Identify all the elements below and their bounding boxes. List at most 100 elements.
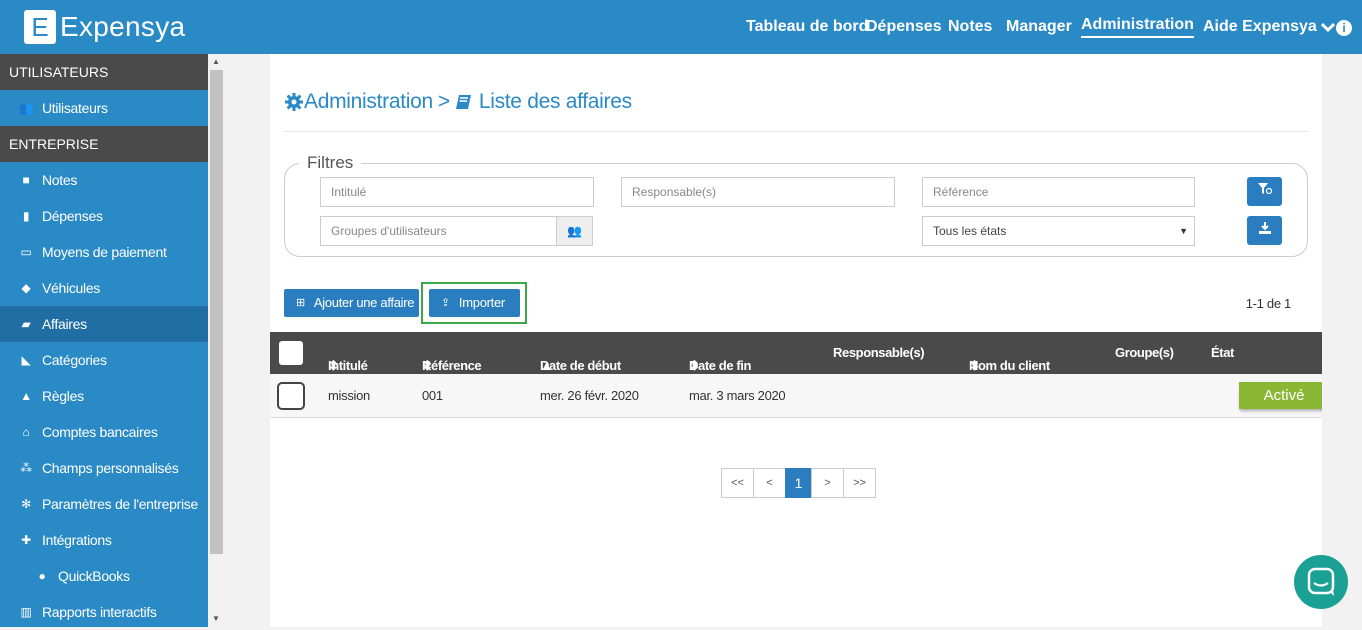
divider	[284, 131, 1308, 132]
users-icon: 👥	[18, 101, 34, 115]
sidebar-section-company: ENTREPRISE	[0, 126, 208, 162]
sidebar-item-champs-personnalises[interactable]: ⁂ Champs personnalisés	[0, 450, 208, 486]
filter-clear-button[interactable]	[1247, 177, 1282, 206]
breadcrumb-separator: >	[437, 90, 450, 113]
import-button[interactable]: ⇪ Importer	[429, 289, 520, 317]
sidebar-item-label: Catégories	[42, 352, 107, 368]
sort-icon: ⬍	[422, 358, 433, 373]
upload-icon: ⇪	[441, 297, 450, 309]
sidebar-item-quickbooks[interactable]: ● QuickBooks	[0, 558, 208, 594]
col-label: Nom du client	[969, 358, 1050, 373]
sidebar-item-label: Affaires	[42, 316, 87, 332]
sidebar-item-label: Notes	[42, 172, 78, 188]
sort-icon: ⬍	[969, 358, 980, 373]
pagination: << < 1 > >>	[721, 468, 876, 498]
page-title: Liste des affaires	[478, 90, 632, 113]
select-all-checkbox[interactable]	[279, 341, 303, 365]
etat-selected-value: Tous les états	[933, 224, 1007, 238]
sidebar-item-label: Champs personnalisés	[42, 460, 179, 476]
sidebar-item-utilisateurs[interactable]: 👥 Utilisateurs	[0, 90, 208, 126]
nav-manager[interactable]: Manager	[1006, 18, 1072, 36]
sidebar-item-rapports[interactable]: ▥ Rapports interactifs	[0, 594, 208, 630]
credit-card-icon: ▭	[20, 245, 32, 259]
sidebar-item-categories[interactable]: ◣ Catégories	[0, 342, 208, 378]
page-last[interactable]: >>	[843, 468, 876, 498]
etat-select[interactable]: Tous les états ▼	[922, 216, 1195, 246]
page-prev[interactable]: <	[753, 468, 786, 498]
sidebar-item-label: QuickBooks	[58, 568, 130, 584]
briefcase-icon: ■	[22, 173, 30, 187]
info-icon[interactable]: i	[1336, 20, 1352, 36]
table-header: Intitulé ⬍ Référence ⬍ Date de début ▲ D…	[270, 332, 1322, 374]
sidebar-item-label: Moyens de paiement	[42, 244, 167, 260]
sidebar-item-label: Dépenses	[42, 208, 103, 224]
logo-mark: E	[24, 10, 56, 44]
reference-input[interactable]: Référence	[922, 177, 1195, 207]
chevron-down-icon	[1321, 22, 1336, 32]
intitule-input[interactable]: Intitulé	[320, 177, 594, 207]
sidebar: UTILISATEURS 👥 Utilisateurs ENTREPRISE ■ N…	[0, 54, 208, 627]
sidebar-scrollbar[interactable]: ▲ ▼	[208, 54, 225, 627]
sidebar-item-comptes-bancaires[interactable]: ⌂ Comptes bancaires	[0, 414, 208, 450]
warning-icon: ▲	[20, 389, 32, 403]
chat-icon	[1307, 567, 1335, 596]
page-first[interactable]: <<	[721, 468, 754, 498]
tags-icon: ◣	[21, 353, 31, 367]
sort-icon: ⬍	[689, 358, 700, 373]
page-current[interactable]: 1	[785, 468, 812, 498]
cell-date-debut: mer. 26 févr. 2020	[540, 388, 639, 403]
nav-notes[interactable]: Notes	[948, 18, 992, 36]
select-arrow-icon: ▼	[1179, 226, 1188, 236]
page-next[interactable]: >	[811, 468, 844, 498]
sidebar-item-label: Intégrations	[42, 532, 112, 548]
cell-reference: 001	[422, 388, 443, 403]
scroll-up-arrow[interactable]: ▲	[212, 57, 220, 66]
bank-icon: ⌂	[22, 425, 30, 439]
sidebar-item-label: Paramètres de l'entreprise	[42, 496, 198, 512]
gear-icon	[285, 93, 303, 111]
nav-administration[interactable]: Administration	[1081, 16, 1194, 38]
expensya-logo[interactable]: E Expensya	[24, 10, 185, 44]
nav-expenses[interactable]: Dépenses	[866, 18, 942, 36]
sidebar-item-label: Rapports interactifs	[42, 604, 157, 620]
cubes-icon: ⁂	[20, 461, 32, 475]
right-gutter	[1322, 54, 1362, 627]
cell-date-fin: mar. 3 mars 2020	[689, 388, 786, 403]
groupes-input[interactable]: Groupes d'utilisateurs	[320, 216, 557, 246]
sidebar-item-affaires[interactable]: ▰ Affaires	[0, 306, 208, 342]
book-icon: ▰	[21, 317, 31, 331]
chat-launcher-button[interactable]	[1294, 555, 1348, 609]
cogs-icon: ✻	[21, 497, 31, 511]
sidebar-item-depenses[interactable]: ▮ Dépenses	[0, 198, 208, 234]
table-row[interactable]: mission 001 mer. 26 févr. 2020 mar. 3 ma…	[270, 374, 1322, 418]
sidebar-item-integrations[interactable]: ✚ Intégrations	[0, 522, 208, 558]
filter-icon	[1257, 183, 1272, 195]
car-icon: ◆	[21, 281, 31, 295]
scroll-down-arrow[interactable]: ▼	[212, 614, 220, 623]
sidebar-section-users: UTILISATEURS	[0, 54, 208, 90]
sidebar-item-vehicules[interactable]: ◆ Véhicules	[0, 270, 208, 306]
groups-picker-button[interactable]: 👥	[556, 216, 593, 246]
book-icon	[455, 95, 471, 109]
row-checkbox[interactable]	[277, 382, 305, 410]
nav-dashboard[interactable]: Tableau de bord	[746, 18, 868, 36]
responsable-input[interactable]: Responsable(s)	[621, 177, 895, 207]
breadcrumb-admin[interactable]: Administration	[304, 90, 433, 114]
logo-text: Expensya	[60, 11, 186, 42]
sidebar-item-regles[interactable]: ▲ Règles	[0, 378, 208, 414]
sort-asc-icon: ▲	[540, 358, 553, 373]
col-etat: État	[1211, 345, 1234, 360]
sidebar-item-parametres[interactable]: ✻ Paramètres de l'entreprise	[0, 486, 208, 522]
sidebar-item-label: Véhicules	[42, 280, 101, 296]
nav-help[interactable]: Aide Expensya	[1203, 18, 1336, 36]
filters-legend: Filtres	[299, 153, 362, 173]
export-button[interactable]	[1247, 216, 1282, 245]
sidebar-item-notes[interactable]: ■ Notes	[0, 162, 208, 198]
download-icon	[1258, 222, 1271, 234]
add-affaire-button[interactable]: ⊞ Ajouter une affaire	[284, 289, 419, 317]
filters-fieldset: Filtres Intitulé Responsable(s) Référenc…	[284, 153, 1308, 257]
status-badge: Activé	[1239, 382, 1329, 409]
scroll-thumb[interactable]	[210, 70, 223, 554]
sidebar-item-moyens-paiement[interactable]: ▭ Moyens de paiement	[0, 234, 208, 270]
top-navbar: E Expensya Tableau de bord Dépenses Note…	[0, 0, 1362, 54]
